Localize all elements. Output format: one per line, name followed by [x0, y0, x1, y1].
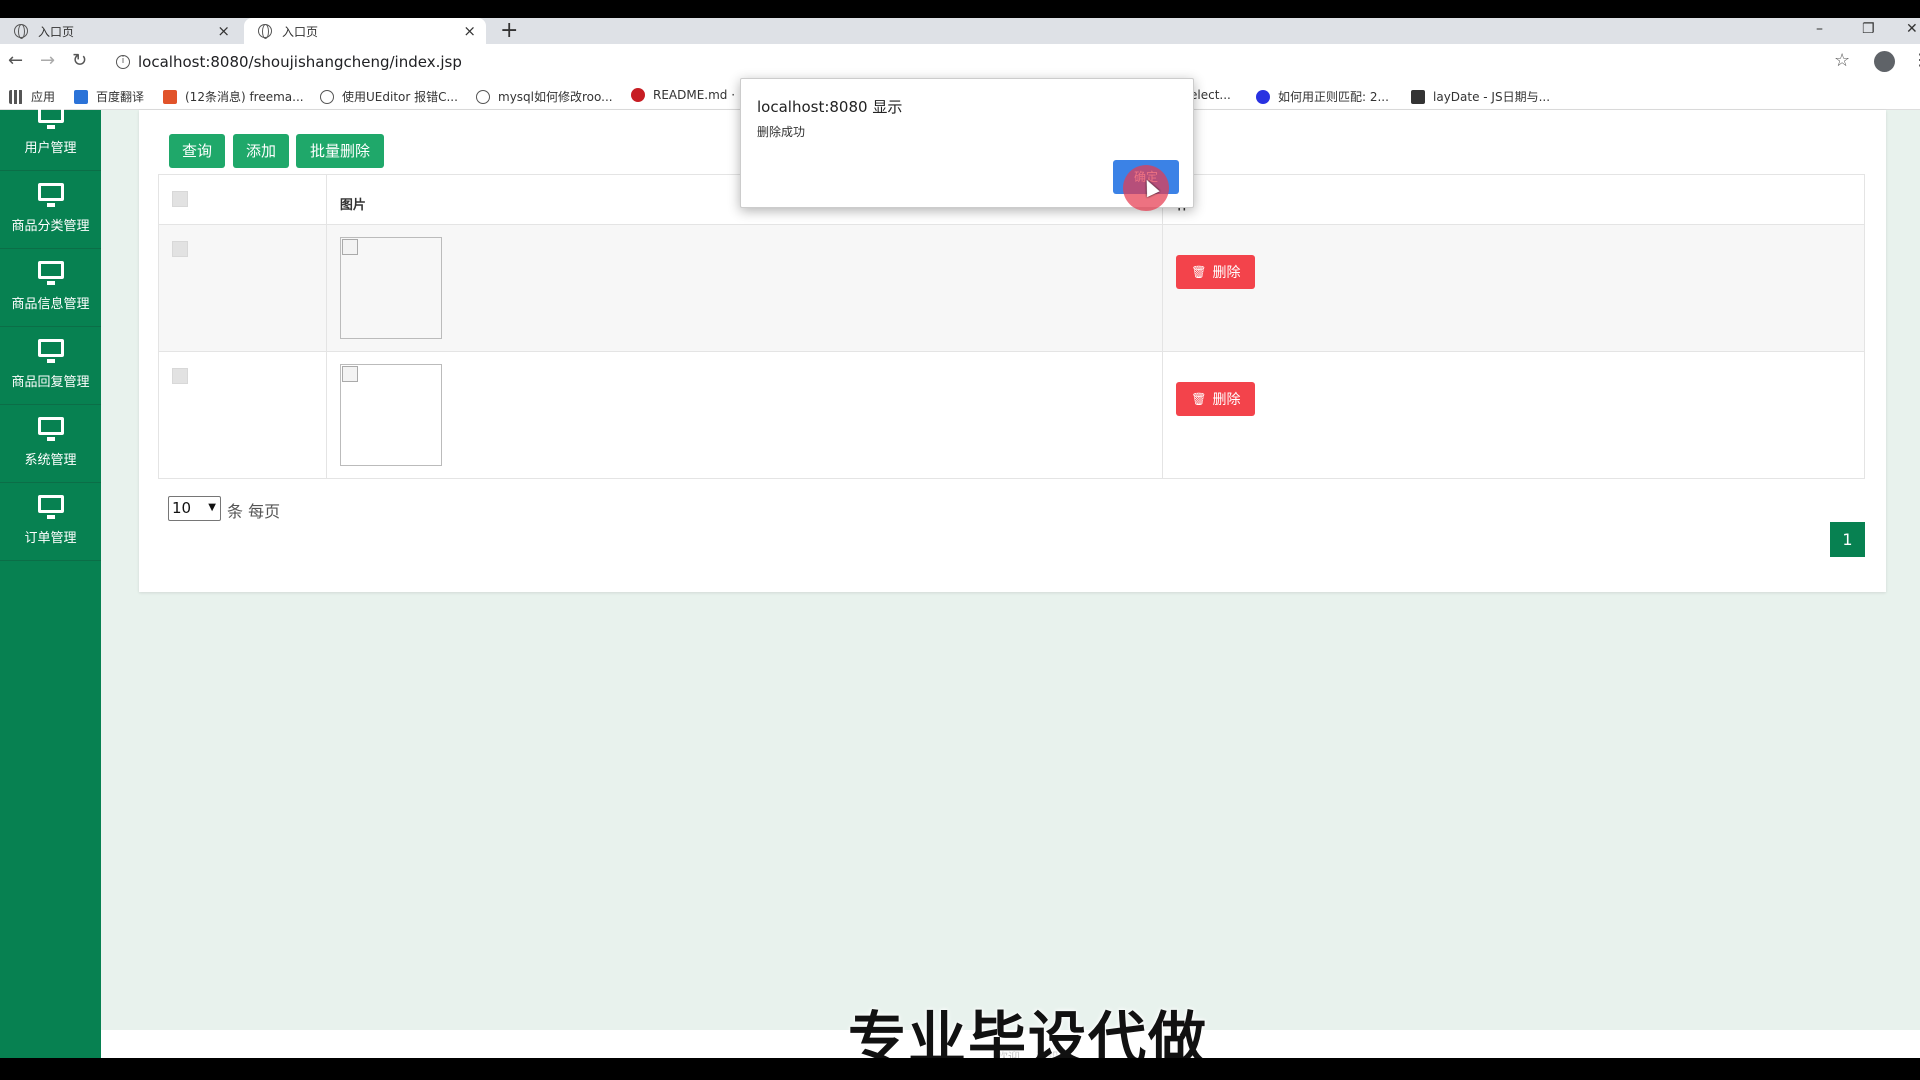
address-bar[interactable]: localhost:8080/shoujishangcheng/index.js… [138, 53, 462, 71]
csdn-icon [163, 89, 177, 104]
operation-cell: 🗑 删除 [1162, 224, 1865, 352]
browser-toolbar: ← → ↻ i localhost:8080/shoujishangcheng/… [0, 44, 1920, 80]
table-row: 🗑 删除 [158, 224, 1865, 352]
globe-icon [258, 24, 272, 39]
browser-window: 入口页 × 入口页 × + – ❐ ✕ ← → ↻ i localhost:80… [0, 18, 1920, 1058]
monitor-icon [38, 417, 64, 441]
leaf-icon [476, 89, 490, 104]
image-cell [325, 351, 1164, 479]
tab-close-icon[interactable]: × [217, 22, 230, 40]
forward-icon[interactable]: → [40, 50, 55, 71]
tab-inactive[interactable]: 入口页 × [0, 18, 240, 44]
new-tab-button[interactable]: + [500, 18, 518, 44]
broken-image-icon [341, 239, 358, 255]
monitor-icon [38, 105, 64, 129]
dialog-message: 删除成功 [757, 125, 806, 139]
app-content: 用户管理 商品分类管理 商品信息管理 商品回复管理 系统管理 订单管理 查询 添… [0, 105, 1920, 1058]
browser-menu-icon[interactable]: ⋮ [1912, 50, 1920, 69]
trash-icon: 🗑 [1191, 392, 1207, 406]
monitor-icon [38, 495, 64, 519]
header-operation: 作 [1162, 174, 1865, 225]
bookmark-item[interactable]: 如何用正则匹配: 2... [1256, 88, 1389, 105]
table-row: 🗑 删除 [158, 351, 1865, 479]
sidebar: 用户管理 商品分类管理 商品信息管理 商品回复管理 系统管理 订单管理 [0, 105, 101, 1058]
monitor-icon [38, 339, 64, 363]
select-all-checkbox[interactable] [172, 191, 188, 207]
watermark-caption: 专业毕设代做 [848, 1005, 1209, 1058]
operation-cell: 🗑 删除 [1162, 351, 1865, 479]
reload-icon[interactable]: ↻ [72, 50, 87, 71]
bookmark-star-icon[interactable]: ☆ [1834, 50, 1850, 71]
sidebar-item-categories[interactable]: 商品分类管理 [0, 171, 101, 249]
sidebar-item-products[interactable]: 商品信息管理 [0, 249, 101, 327]
sidebar-item-orders[interactable]: 订单管理 [0, 483, 101, 561]
gitee-icon [631, 88, 645, 102]
laydate-icon [1411, 89, 1425, 104]
bookmark-item[interactable]: layDate - JS日期与... [1411, 88, 1550, 105]
bookmark-item[interactable]: 使用UEditor 报错C... [320, 88, 458, 105]
dialog-title: localhost:8080 显示 [757, 98, 903, 116]
bookmark-item[interactable]: elect... [1190, 88, 1231, 102]
product-image [339, 237, 442, 339]
tab-title: 入口页 [38, 24, 75, 39]
baidu-paw-icon [1256, 89, 1270, 104]
bookmark-item[interactable]: README.md · [631, 88, 735, 102]
screen: 入口页 × 入口页 × + – ❐ ✕ ← → ↻ i localhost:80… [0, 0, 1920, 1080]
data-table: 图片 作 🗑 删除 [158, 174, 1865, 479]
row-checkbox-cell [158, 224, 327, 352]
tab-close-icon[interactable]: × [463, 22, 476, 40]
monitor-icon [38, 261, 64, 285]
page-button-current[interactable]: 1 [1830, 522, 1865, 557]
row-checkbox[interactable] [172, 241, 188, 257]
add-button[interactable]: 添加 [233, 134, 289, 168]
delete-button[interactable]: 🗑 删除 [1176, 255, 1256, 289]
tab-strip: 入口页 × 入口页 × + – ❐ ✕ [0, 18, 1920, 44]
restore-button[interactable]: ❐ [1862, 18, 1875, 40]
delete-button[interactable]: 🗑 删除 [1176, 382, 1256, 416]
image-cell [325, 224, 1164, 352]
chevron-down-icon: ▼ [208, 502, 216, 513]
profile-avatar[interactable] [1874, 51, 1895, 72]
tab-title: 入口页 [282, 24, 319, 39]
batch-delete-button[interactable]: 批量删除 [296, 134, 384, 168]
header-checkbox-cell [158, 174, 327, 225]
sidebar-item-users[interactable]: 用户管理 [0, 93, 101, 171]
bookmark-item[interactable]: mysql如何修改roo... [476, 88, 613, 105]
tab-active[interactable]: 入口页 × [244, 18, 486, 44]
query-button[interactable]: 查询 [169, 134, 225, 168]
back-icon[interactable]: ← [8, 50, 23, 71]
globe-icon [14, 24, 28, 39]
minimize-button[interactable]: – [1816, 18, 1823, 40]
monitor-icon [38, 183, 64, 207]
row-checkbox[interactable] [172, 368, 188, 384]
bookmark-item[interactable]: (12条消息) freema... [163, 88, 304, 105]
product-image [339, 364, 442, 466]
page-size-select[interactable]: 10 ▼ [168, 496, 221, 521]
row-checkbox-cell [158, 351, 327, 479]
window-close-button[interactable]: ✕ [1906, 18, 1918, 40]
sidebar-item-system[interactable]: 系统管理 [0, 405, 101, 483]
per-page-label: 条 每页 [227, 502, 281, 521]
trash-icon: 🗑 [1191, 265, 1207, 279]
site-info-icon[interactable]: i [116, 55, 130, 69]
sidebar-item-replies[interactable]: 商品回复管理 [0, 327, 101, 405]
broken-image-icon [341, 366, 358, 382]
alert-dialog: localhost:8080 显示 删除成功 确定 [740, 78, 1194, 211]
leaf-icon [320, 89, 334, 104]
